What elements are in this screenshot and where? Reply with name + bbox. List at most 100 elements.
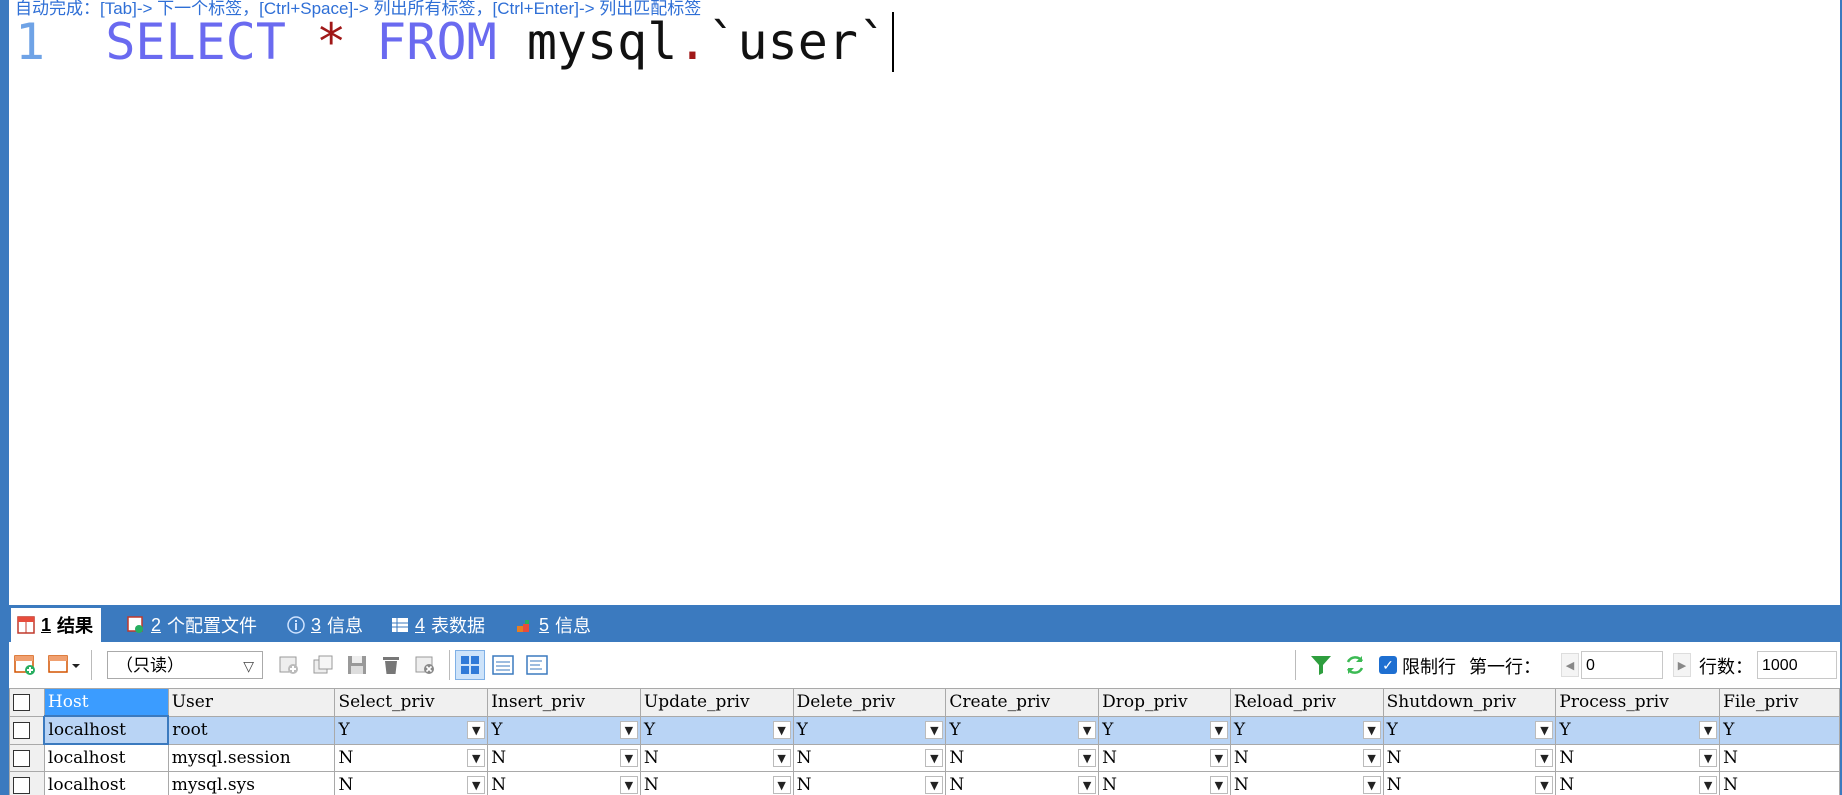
tab-table-data[interactable]: 4 表数据 [385,608,493,642]
row-checkbox[interactable] [13,749,30,767]
table-row[interactable]: localhost root Y ▼ Y ▼ Y ▼ Y ▼ Y ▼ Y ▼ Y ▼ Y ▼ Y ▼ Y [9,715,1840,745]
enum-dropdown-icon[interactable]: ▼ [925,748,944,767]
column-header-update-priv[interactable]: Update_priv [639,688,794,717]
cell-priv[interactable]: Y ▼ [945,715,1100,745]
column-header-create-priv[interactable]: Create_priv [945,688,1100,717]
cell-priv[interactable]: Y ▼ [334,715,489,745]
column-header-drop-priv[interactable]: Drop_priv [1098,688,1231,717]
first-row-input[interactable]: 0 [1581,651,1663,679]
tab-info-history[interactable]: 5 信息 [509,608,599,642]
cell-priv[interactable]: N ▼ [334,771,489,795]
cell-priv[interactable]: N [1719,771,1840,795]
duplicate-row-button[interactable] [311,653,335,677]
column-header-reload-priv[interactable]: Reload_priv [1229,688,1384,717]
enum-dropdown-icon[interactable]: ▼ [1362,776,1381,794]
cell-priv[interactable]: N ▼ [1555,771,1721,795]
tab-info[interactable]: 3 信息 [281,608,371,642]
enum-dropdown-icon[interactable]: ▼ [1078,748,1097,767]
delete-icon[interactable] [379,653,403,677]
cell-priv[interactable]: Y ▼ [1382,715,1557,745]
cell-user[interactable]: root [167,715,336,745]
cell-priv[interactable]: N ▼ [639,743,794,772]
enum-dropdown-icon[interactable]: ▼ [1209,720,1228,739]
row-checkbox-cell[interactable] [9,715,45,745]
row-checkbox-cell[interactable] [9,743,45,772]
result-mode-select[interactable]: （只读） ▽ [107,651,263,679]
enum-dropdown-icon[interactable]: ▼ [772,776,791,794]
cell-priv[interactable]: N ▼ [1098,771,1231,795]
enum-dropdown-icon[interactable]: ▼ [1535,776,1554,794]
column-header-insert-priv[interactable]: Insert_priv [487,688,641,717]
enum-dropdown-icon[interactable]: ▼ [1078,720,1097,739]
text-view-button[interactable] [525,653,549,677]
save-icon[interactable] [345,653,369,677]
enum-dropdown-icon[interactable]: ▼ [1535,720,1554,739]
column-header-process-priv[interactable]: Process_priv [1555,688,1721,717]
table-row[interactable]: localhost mysql.sys N ▼ N ▼ N ▼ N ▼ N ▼ N ▼ N ▼ N ▼ N ▼ N [9,771,1840,795]
column-header-user[interactable]: User [167,688,336,717]
cell-host[interactable]: localhost [43,743,169,772]
row-checkbox[interactable] [13,777,30,794]
enum-dropdown-icon[interactable]: ▼ [1699,720,1718,739]
cell-priv[interactable]: N ▼ [792,771,947,795]
cell-priv[interactable]: N ▼ [1098,743,1231,772]
enum-dropdown-icon[interactable]: ▼ [619,776,638,794]
cell-user[interactable]: mysql.sys [167,771,336,795]
cell-user[interactable]: mysql.session [167,743,336,772]
tab-result[interactable]: 1 结果 [11,608,102,642]
select-all-checkbox-cell[interactable] [9,688,45,717]
cell-priv[interactable]: N ▼ [945,771,1100,795]
tab-profile[interactable]: 2 个配置文件 [121,608,265,642]
enum-dropdown-icon[interactable]: ▼ [619,748,638,767]
enum-dropdown-icon[interactable]: ▼ [772,748,791,767]
insert-row-button[interactable] [277,653,301,677]
cell-priv[interactable]: N ▼ [334,743,489,772]
next-page-button[interactable]: ▶ [1673,653,1691,677]
enum-dropdown-icon[interactable]: ▼ [1699,776,1718,794]
row-checkbox-cell[interactable] [9,771,45,795]
cell-priv[interactable]: Y ▼ [487,715,641,745]
enum-dropdown-icon[interactable]: ▼ [1535,748,1554,767]
enum-dropdown-icon[interactable]: ▼ [467,776,486,794]
cell-priv[interactable]: N ▼ [1382,771,1557,795]
column-header-file-priv[interactable]: File_priv [1719,688,1840,717]
limit-rows-checkbox[interactable]: ✓ [1379,656,1397,674]
enum-dropdown-icon[interactable]: ▼ [925,720,944,739]
filter-icon[interactable] [1309,653,1333,677]
column-header-host[interactable]: Host [43,688,169,717]
rows-count-input[interactable]: 1000 [1757,651,1837,679]
cell-priv[interactable]: N ▼ [487,743,641,772]
enum-dropdown-icon[interactable]: ▼ [772,720,791,739]
prev-page-button[interactable]: ◀ [1561,653,1579,677]
cell-priv[interactable]: N ▼ [639,771,794,795]
cell-priv[interactable]: Y ▼ [1555,715,1721,745]
enum-dropdown-icon[interactable]: ▼ [619,720,638,739]
code-line-1[interactable]: 1 SELECT * FROM mysql.`user` [15,12,895,72]
column-header-delete-priv[interactable]: Delete_priv [792,688,947,717]
enum-dropdown-icon[interactable]: ▼ [1362,748,1381,767]
refresh-icon[interactable] [1343,653,1367,677]
cell-priv[interactable]: Y [1719,715,1840,745]
enum-dropdown-icon[interactable]: ▼ [467,720,486,739]
column-header-shutdown-priv[interactable]: Shutdown_priv [1382,688,1557,717]
enum-dropdown-icon[interactable]: ▼ [1209,748,1228,767]
cell-host[interactable]: localhost [43,771,169,795]
table-row[interactable]: localhost mysql.session N ▼ N ▼ N ▼ N ▼ N ▼ N ▼ N ▼ N ▼ N ▼… [9,743,1840,772]
cell-priv[interactable]: Y ▼ [1229,715,1384,745]
cell-priv[interactable]: N ▼ [1229,771,1384,795]
cell-priv[interactable]: N ▼ [792,743,947,772]
cell-priv[interactable]: N ▼ [1229,743,1384,772]
add-row-button[interactable] [13,653,37,677]
enum-dropdown-icon[interactable]: ▼ [1078,776,1097,794]
row-checkbox[interactable] [13,722,30,739]
enum-dropdown-icon[interactable]: ▼ [925,776,944,794]
cell-priv[interactable]: N ▼ [487,771,641,795]
cell-priv[interactable]: Y ▼ [792,715,947,745]
sql-editor[interactable]: 自动完成：[Tab]-> 下一个标签，[Ctrl+Space]-> 列出所有标签… [9,0,1840,605]
enum-dropdown-icon[interactable]: ▼ [1699,748,1718,767]
cell-priv[interactable]: Y ▼ [639,715,794,745]
form-view-button[interactable] [491,653,515,677]
cell-priv[interactable]: Y ▼ [1098,715,1231,745]
cell-priv[interactable]: N [1719,743,1840,772]
enum-dropdown-icon[interactable]: ▼ [1362,720,1381,739]
